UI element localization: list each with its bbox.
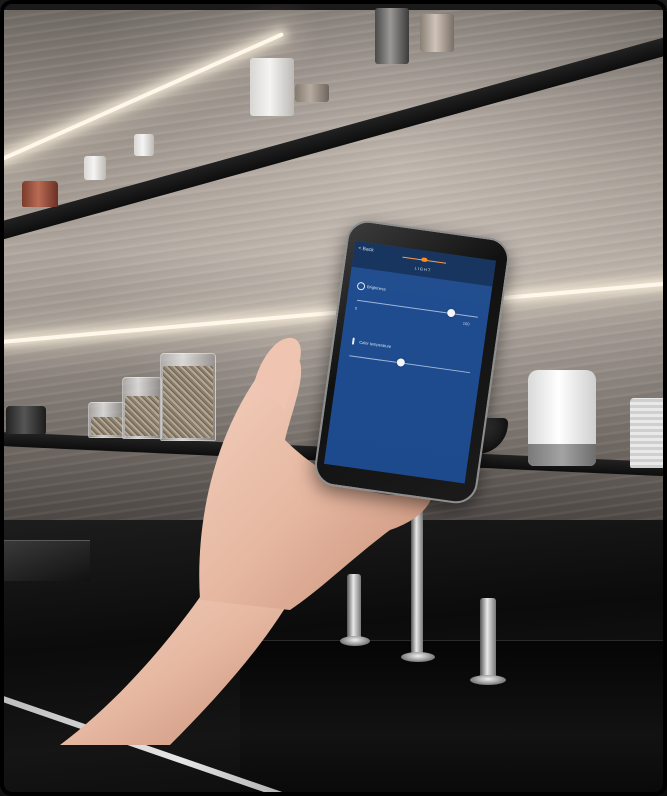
thermometer-icon — [351, 337, 355, 345]
brightness-max: 100 — [462, 320, 470, 327]
brightness-label: Brightness — [366, 284, 387, 292]
sun-icon — [356, 281, 366, 291]
kitchen-scene: < Back LIGHT Brightness 0 100 Color temp… — [0, 0, 667, 796]
temperature-slider[interactable] — [349, 355, 471, 374]
brightness-min: 0 — [354, 305, 358, 311]
temperature-slider-knob[interactable] — [396, 357, 406, 368]
brightness-slider-knob[interactable] — [446, 308, 456, 318]
temperature-label: Color temperature — [358, 339, 392, 349]
brightness-slider[interactable] — [356, 299, 478, 318]
